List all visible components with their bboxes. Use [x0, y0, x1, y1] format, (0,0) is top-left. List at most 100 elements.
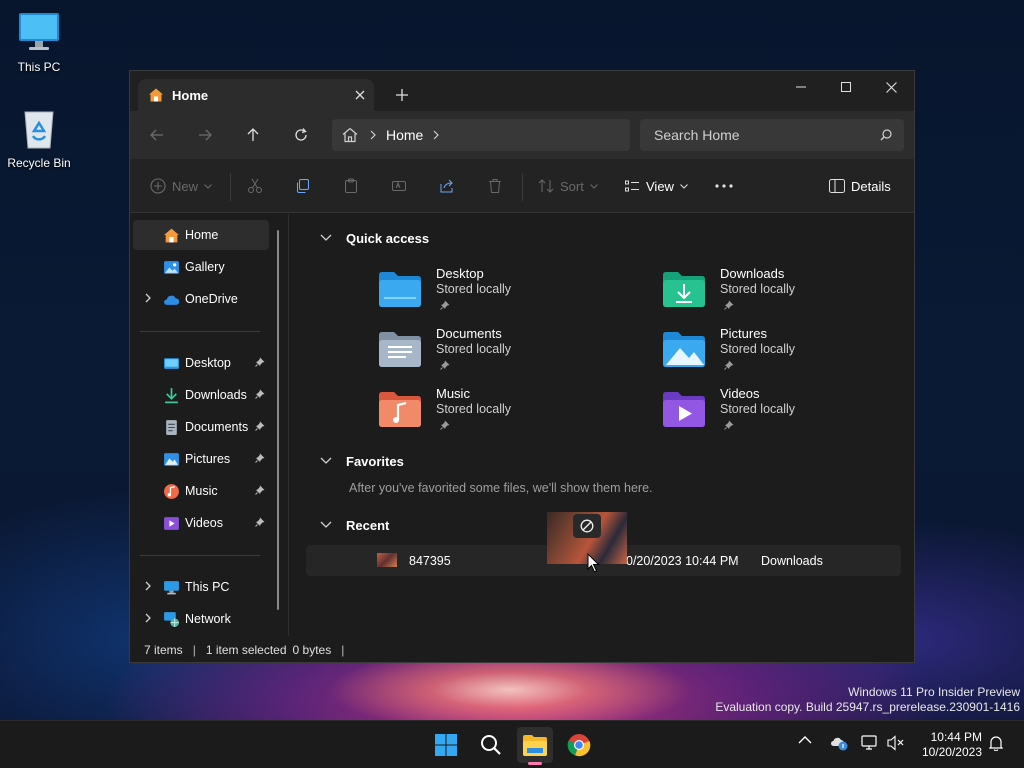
- quick-access-item-desktop[interactable]: Desktop Stored locally: [378, 266, 628, 320]
- maximize-button[interactable]: [823, 71, 869, 103]
- gallery-icon: [163, 259, 180, 276]
- clock-time: 10:44 PM: [930, 730, 982, 744]
- trash-icon: [487, 178, 503, 194]
- pin-icon[interactable]: [255, 485, 265, 495]
- sidebar-item-network[interactable]: Network: [133, 604, 269, 634]
- share-button[interactable]: [439, 173, 455, 199]
- item-count: 7 items: [144, 643, 183, 657]
- breadcrumb-home[interactable]: Home: [386, 127, 423, 143]
- recent-header[interactable]: Recent: [320, 515, 389, 535]
- quick-access-item-videos[interactable]: Videos Stored locally: [662, 386, 912, 440]
- title-bar: Home: [130, 71, 914, 111]
- quick-access-item-pictures[interactable]: Pictures Stored locally: [662, 326, 912, 380]
- sidebar-item-label: Videos: [185, 516, 223, 530]
- volume-tray-button[interactable]: [887, 735, 905, 751]
- close-tab-icon[interactable]: [346, 81, 374, 109]
- sidebar-item-this-pc[interactable]: This PC: [133, 572, 269, 602]
- sidebar-item-onedrive[interactable]: OneDrive: [133, 284, 269, 314]
- taskbar-file-explorer[interactable]: [517, 727, 553, 763]
- notifications-button[interactable]: [989, 735, 1003, 751]
- desktop-folder-icon: [378, 270, 422, 308]
- sidebar-item-documents[interactable]: Documents: [133, 412, 269, 442]
- chevron-right-icon[interactable]: [433, 130, 440, 140]
- scissors-icon: [247, 178, 263, 194]
- pin-icon: [440, 300, 450, 310]
- copy-button[interactable]: [295, 173, 311, 199]
- more-options-button[interactable]: [715, 173, 733, 199]
- refresh-button[interactable]: [283, 121, 319, 149]
- paste-button[interactable]: [343, 173, 359, 199]
- sidebar-item-downloads[interactable]: Downloads: [133, 380, 269, 410]
- chevron-right-icon[interactable]: [370, 130, 376, 140]
- quick-access-header[interactable]: Quick access: [320, 228, 429, 248]
- desktop-icon-recycle-bin[interactable]: Recycle Bin: [0, 106, 78, 170]
- taskbar-search-button[interactable]: [473, 727, 509, 763]
- pane-divider[interactable]: [288, 214, 289, 636]
- sidebar-item-videos[interactable]: Videos: [133, 508, 269, 538]
- cut-button[interactable]: [247, 173, 263, 199]
- sidebar-scrollbar[interactable]: [277, 230, 279, 610]
- clock-date: 10/20/2023: [921, 745, 982, 759]
- rename-button[interactable]: [391, 173, 407, 199]
- tab-home[interactable]: Home: [138, 79, 374, 111]
- search-box[interactable]: Search Home: [640, 119, 904, 151]
- quick-access-item-downloads[interactable]: Downloads Stored locally: [662, 266, 912, 320]
- pin-icon[interactable]: [255, 517, 265, 527]
- cloud-icon: [163, 291, 180, 308]
- pin-icon: [440, 360, 450, 370]
- section-title: Favorites: [346, 453, 404, 469]
- bell-icon: [989, 735, 1003, 751]
- chevron-right-icon[interactable]: [142, 292, 154, 304]
- watermark-line: Windows 11 Pro Insider Preview: [848, 685, 1020, 699]
- sidebar-item-home[interactable]: Home: [133, 220, 269, 250]
- pin-icon[interactable]: [255, 389, 265, 399]
- pin-icon[interactable]: [255, 357, 265, 367]
- start-button[interactable]: [428, 727, 464, 763]
- cloud-info-icon: [830, 735, 848, 751]
- new-tab-button[interactable]: [388, 81, 416, 109]
- close-button[interactable]: [868, 71, 914, 103]
- taskbar-chrome[interactable]: [561, 727, 597, 763]
- details-pane-icon: [829, 179, 845, 193]
- show-hidden-icons-button[interactable]: [798, 735, 812, 744]
- music-icon: [163, 483, 180, 500]
- desktop-icon-this-pc[interactable]: This PC: [0, 10, 78, 74]
- search-icon: [880, 129, 892, 141]
- file-name: 847395: [409, 554, 451, 568]
- navigation-bar: Home Search Home: [130, 111, 914, 159]
- details-pane-button[interactable]: Details: [829, 173, 891, 199]
- clipboard-icon: [343, 178, 359, 194]
- onedrive-tray-button[interactable]: [830, 735, 848, 751]
- delete-button[interactable]: [487, 173, 503, 199]
- minimize-button[interactable]: [778, 71, 824, 103]
- address-bar[interactable]: Home: [332, 119, 630, 151]
- status-bar: 7 items | 1 item selected 0 bytes |: [144, 643, 345, 657]
- back-button[interactable]: [139, 121, 175, 149]
- view-button[interactable]: View: [624, 173, 688, 199]
- sort-button[interactable]: Sort: [538, 173, 598, 199]
- network-tray-button[interactable]: [861, 735, 879, 751]
- quick-access-item-music[interactable]: Music Stored locally: [378, 386, 628, 440]
- favorites-header[interactable]: Favorites: [320, 451, 404, 471]
- quick-access-item-documents[interactable]: Documents Stored locally: [378, 326, 628, 380]
- desktop-icon-label: This PC: [17, 60, 61, 74]
- sidebar-divider: [140, 555, 260, 556]
- file-location: Downloads: [761, 554, 823, 568]
- chevron-right-icon[interactable]: [142, 580, 154, 592]
- sidebar-item-gallery[interactable]: Gallery: [133, 252, 269, 282]
- forward-button[interactable]: [187, 121, 223, 149]
- pin-icon[interactable]: [255, 453, 265, 463]
- sidebar-item-music[interactable]: Music: [133, 476, 269, 506]
- up-button[interactable]: [235, 121, 271, 149]
- favorites-empty-message: After you've favorited some files, we'll…: [349, 481, 653, 495]
- taskbar-clock[interactable]: 10:44 PM 10/20/2023: [916, 730, 982, 760]
- sidebar-divider: [140, 331, 260, 332]
- new-button[interactable]: New: [150, 173, 212, 199]
- pin-icon: [724, 360, 734, 370]
- sidebar-item-desktop[interactable]: Desktop: [133, 348, 269, 378]
- pin-icon[interactable]: [255, 421, 265, 431]
- home-outline-icon: [342, 127, 358, 143]
- sidebar-item-pictures[interactable]: Pictures: [133, 444, 269, 474]
- chevron-right-icon[interactable]: [142, 612, 154, 624]
- search-input[interactable]: Search Home: [654, 127, 880, 143]
